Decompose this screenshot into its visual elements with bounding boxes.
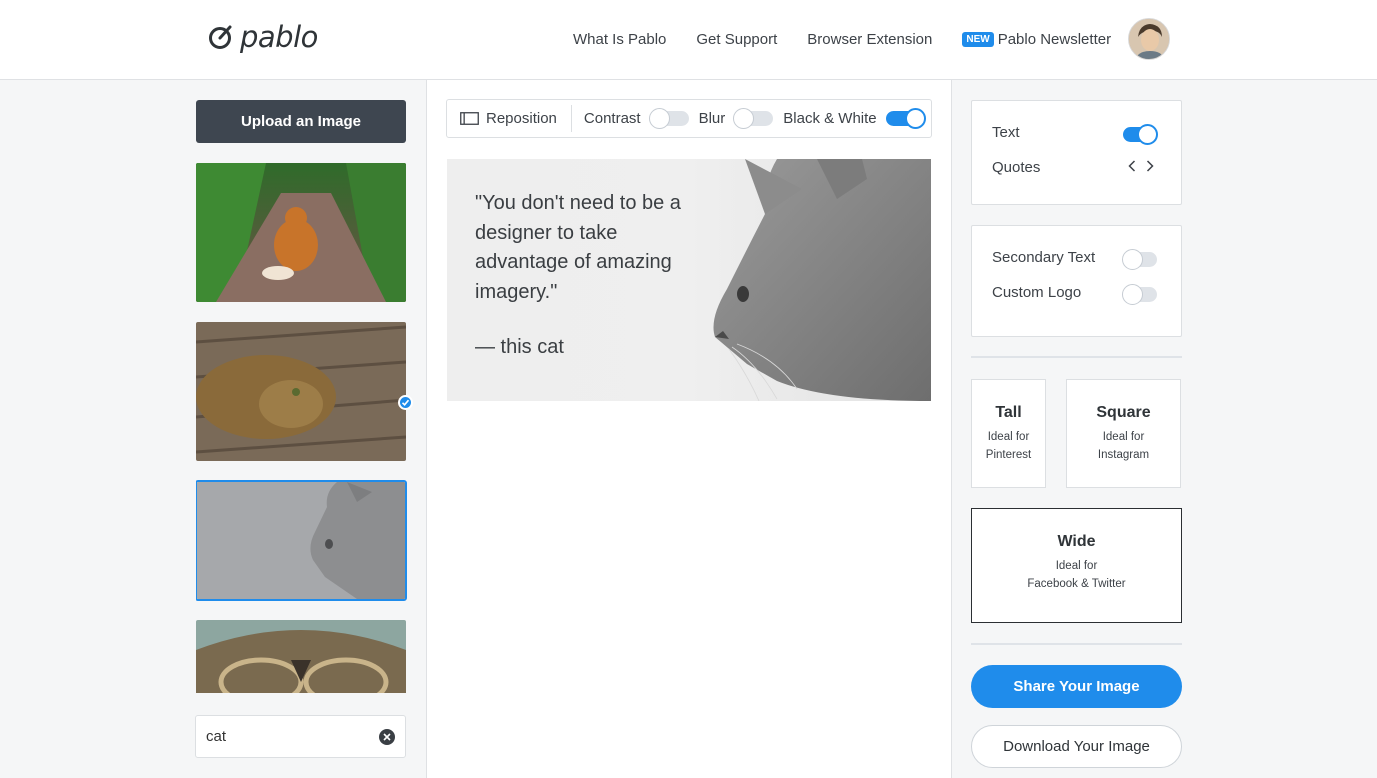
- black-white-control: Black & White: [783, 108, 926, 129]
- logo-text: pablo: [240, 20, 318, 54]
- user-avatar[interactable]: [1128, 18, 1170, 60]
- size-square-card[interactable]: Square Ideal for Instagram: [1066, 379, 1181, 488]
- text-label: Text: [992, 124, 1020, 141]
- size-wide-card[interactable]: Wide Ideal for Facebook & Twitter: [971, 508, 1182, 623]
- size-tall-card[interactable]: Tall Ideal for Pinterest: [971, 379, 1046, 488]
- size-square-title: Square: [1096, 404, 1151, 421]
- upload-image-button[interactable]: Upload an Image: [196, 100, 406, 143]
- main-nav: What Is Pablo Get Support Browser Extens…: [573, 31, 1111, 48]
- thumbnail-cat-glasses[interactable]: [196, 620, 406, 693]
- size-tall-desc: Ideal for Pinterest: [985, 431, 1032, 461]
- canvas-quote-text[interactable]: "You don't need to be a designer to take…: [475, 189, 685, 307]
- orange-cat-image: [196, 163, 406, 302]
- nav-newsletter-label: Pablo Newsletter: [997, 31, 1112, 48]
- blur-label: Blur: [698, 110, 726, 127]
- pablo-logo[interactable]: pablo: [208, 20, 318, 54]
- image-library-panel: Upload an Image: [0, 80, 427, 778]
- text-toggle[interactable]: [1123, 124, 1158, 145]
- quotes-navigation: [1128, 160, 1154, 172]
- contrast-control: Contrast: [583, 108, 689, 129]
- tabby-cat-image: [196, 322, 406, 461]
- size-wide-desc: Ideal for Facebook & Twitter: [1027, 560, 1126, 590]
- secondary-text-label: Secondary Text: [992, 249, 1096, 266]
- reposition-label: Reposition: [486, 110, 557, 127]
- image-thumbnail-list[interactable]: [196, 163, 408, 693]
- custom-logo-label: Custom Logo: [992, 284, 1082, 301]
- image-canvas[interactable]: "You don't need to be a designer to take…: [447, 159, 931, 401]
- secondary-text-toggle[interactable]: [1122, 249, 1157, 270]
- pablo-logo-icon: [209, 25, 232, 49]
- blur-toggle[interactable]: [733, 108, 774, 129]
- thumbnail-orange-cat[interactable]: [196, 163, 406, 302]
- contrast-toggle[interactable]: [648, 108, 689, 129]
- quotes-label: Quotes: [992, 159, 1041, 176]
- custom-logo-toggle[interactable]: [1122, 284, 1157, 305]
- nav-get-support[interactable]: Get Support: [696, 31, 777, 48]
- nav-what-is-pablo[interactable]: What Is Pablo: [573, 31, 666, 48]
- chevron-left-icon[interactable]: [1128, 160, 1136, 172]
- black-white-toggle[interactable]: [885, 108, 926, 129]
- share-image-button[interactable]: Share Your Image: [971, 665, 1182, 708]
- new-badge: NEW: [962, 32, 994, 47]
- image-search-input[interactable]: [206, 728, 366, 745]
- image-search-box: [195, 715, 406, 758]
- clear-icon[interactable]: [379, 729, 395, 745]
- reposition-icon: [460, 112, 479, 125]
- top-header: pablo What Is Pablo Get Support Browser …: [0, 0, 1377, 80]
- thumbnail-tabby-cat[interactable]: [196, 322, 406, 461]
- chevron-right-icon[interactable]: [1146, 160, 1154, 172]
- black-white-label: Black & White: [783, 110, 877, 127]
- text-settings-card: Text Quotes: [971, 100, 1182, 205]
- image-edit-toolbar: Reposition Contrast Blur Black & White: [446, 99, 932, 138]
- cat-glasses-image: [196, 620, 406, 693]
- extra-settings-card: Secondary Text Custom Logo: [971, 225, 1182, 337]
- download-image-button[interactable]: Download Your Image: [971, 725, 1182, 768]
- gray-cat-image: [197, 482, 405, 599]
- contrast-label: Contrast: [583, 110, 641, 127]
- reposition-button[interactable]: Reposition: [447, 105, 572, 132]
- selected-check-icon: [398, 395, 413, 410]
- nav-newsletter[interactable]: NEW Pablo Newsletter: [962, 31, 1111, 48]
- thumbnail-gray-cat-selected[interactable]: [196, 480, 407, 601]
- size-wide-title: Wide: [1057, 533, 1096, 550]
- size-tall-title: Tall: [995, 404, 1022, 421]
- canvas-quote-author[interactable]: — this cat: [475, 336, 564, 359]
- nav-browser-extension[interactable]: Browser Extension: [807, 31, 932, 48]
- avatar-image: [1129, 19, 1169, 59]
- size-square-desc: Ideal for Instagram: [1097, 431, 1150, 461]
- blur-control: Blur: [698, 108, 774, 129]
- actions-divider: [971, 643, 1182, 645]
- settings-divider: [971, 356, 1182, 358]
